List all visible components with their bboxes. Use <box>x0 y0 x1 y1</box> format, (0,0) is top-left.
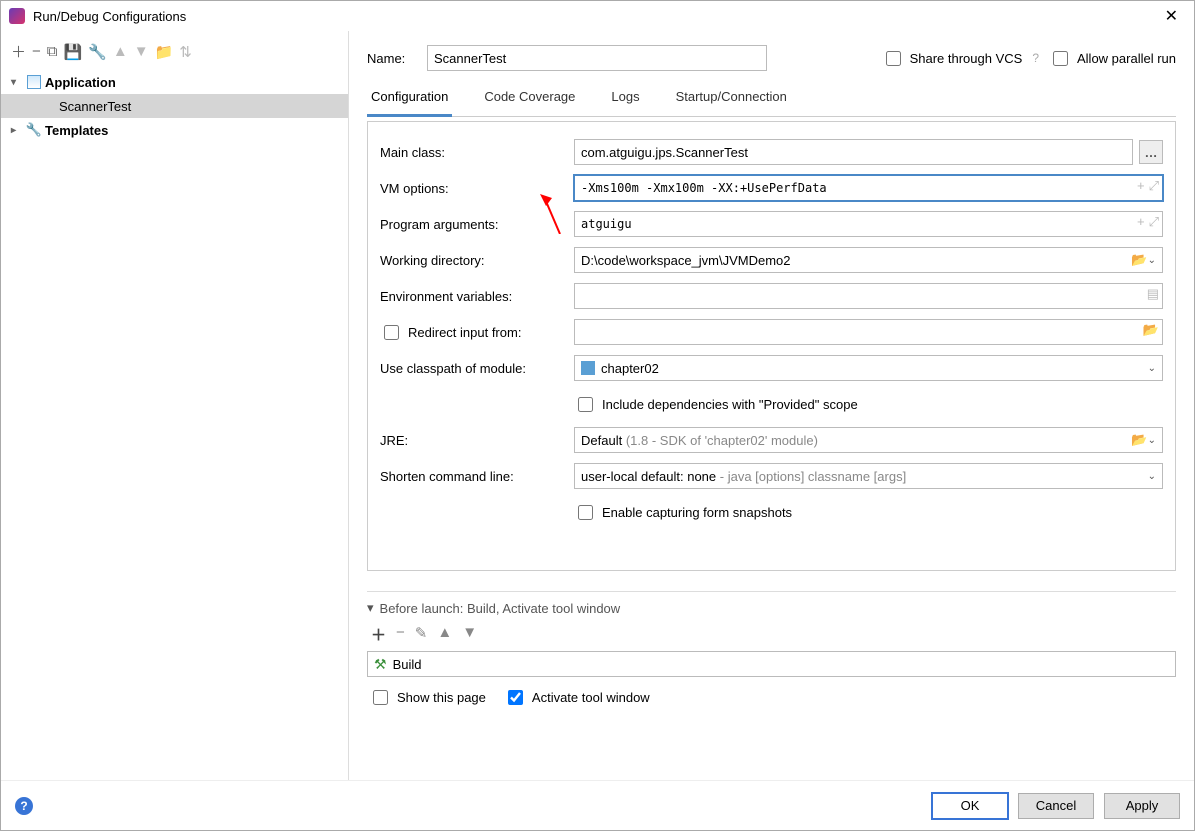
wrench-icon: 🔧 <box>27 123 41 137</box>
tree-label: ScannerTest <box>59 99 131 114</box>
tab-configuration[interactable]: Configuration <box>367 81 452 117</box>
apply-button[interactable]: Apply <box>1104 793 1180 819</box>
env-vars-input[interactable] <box>574 283 1163 309</box>
cancel-button[interactable]: Cancel <box>1018 793 1094 819</box>
program-args-label: Program arguments: <box>380 217 566 232</box>
main-class-input[interactable] <box>574 139 1133 165</box>
sidebar-toolbar: ＋ − ⧉ 💾 🔧 ▲ ▼ 📁 ⇅ <box>1 37 348 70</box>
tree-label: Application <box>45 75 116 90</box>
jre-label: JRE: <box>380 433 566 448</box>
add-icon[interactable]: + <box>1137 178 1145 194</box>
down-icon[interactable]: ▼ <box>134 43 149 60</box>
redirect-input <box>574 319 1163 345</box>
working-dir-label: Working directory: <box>380 253 566 268</box>
tree-node-application[interactable]: ▾ Application <box>1 70 348 94</box>
name-input[interactable] <box>427 45 767 71</box>
dialog-footer: ? OK Cancel Apply <box>1 780 1194 830</box>
remove-task-icon[interactable]: − <box>396 624 405 645</box>
redirect-checkbox[interactable]: Redirect input from: <box>380 322 521 343</box>
chevron-down-icon: ⌄ <box>1148 255 1156 266</box>
share-vcs-checkbox[interactable]: Share through VCS <box>882 48 1023 69</box>
wrench-icon[interactable]: 🔧 <box>88 43 107 61</box>
add-icon[interactable]: + <box>1137 214 1145 230</box>
application-icon <box>27 75 41 89</box>
tree-node-scannertest[interactable]: ScannerTest <box>1 94 348 118</box>
main-class-label: Main class: <box>380 145 566 160</box>
close-icon[interactable]: ✕ <box>1157 2 1186 30</box>
chevron-down-icon: ⌄ <box>1148 435 1156 446</box>
shorten-label: Shorten command line: <box>380 469 566 484</box>
copy-icon[interactable]: ⧉ <box>47 43 58 60</box>
ok-button[interactable]: OK <box>932 793 1008 819</box>
chevron-right-icon: ▸ <box>11 125 23 136</box>
add-task-icon[interactable]: ＋ <box>371 624 386 645</box>
list-icon[interactable]: ▤ <box>1147 286 1159 302</box>
help-button[interactable]: ? <box>15 797 33 815</box>
vm-options-input[interactable] <box>574 175 1163 201</box>
help-icon[interactable]: ? <box>1032 51 1039 65</box>
chevron-down-icon: ▾ <box>367 600 374 616</box>
sort-icon[interactable]: ⇅ <box>179 43 192 61</box>
chevron-down-icon: ▾ <box>11 77 23 88</box>
up-icon[interactable]: ▲ <box>113 43 128 60</box>
expand-icon[interactable]: ⤢ <box>1149 214 1159 230</box>
classpath-label: Use classpath of module: <box>380 361 566 376</box>
folder-icon: 📂 <box>1131 432 1147 448</box>
before-launch-header[interactable]: ▾ Before launch: Build, Activate tool wi… <box>367 598 1176 622</box>
chevron-down-icon: ⌄ <box>1148 471 1156 482</box>
folder-icon: 📂 <box>1143 322 1159 338</box>
allow-parallel-checkbox[interactable]: Allow parallel run <box>1049 48 1176 69</box>
shorten-select[interactable]: user-local default: none - java [options… <box>574 463 1163 489</box>
tree-label: Templates <box>45 123 108 138</box>
before-launch-section: ▾ Before launch: Build, Activate tool wi… <box>367 591 1176 714</box>
classpath-select[interactable]: chapter02 ⌄ <box>574 355 1163 381</box>
program-args-input[interactable] <box>574 211 1163 237</box>
add-icon[interactable]: ＋ <box>11 41 26 62</box>
tab-startup-connection[interactable]: Startup/Connection <box>672 81 791 116</box>
vm-options-label: VM options: <box>380 181 566 196</box>
configuration-form: Main class: … VM options: +⤢ <box>367 121 1176 571</box>
folder-icon: 📂 <box>1131 252 1147 268</box>
folder-icon[interactable]: 📁 <box>155 43 174 61</box>
titlebar: Run/Debug Configurations ✕ <box>1 1 1194 31</box>
tab-code-coverage[interactable]: Code Coverage <box>480 81 579 116</box>
config-tree: ▾ Application ScannerTest ▸ 🔧 Templates <box>1 70 348 774</box>
tree-node-templates[interactable]: ▸ 🔧 Templates <box>1 118 348 142</box>
save-icon[interactable]: 💾 <box>64 43 83 61</box>
tab-bar: Configuration Code Coverage Logs Startup… <box>367 81 1176 117</box>
env-vars-label: Environment variables: <box>380 289 566 304</box>
tab-logs[interactable]: Logs <box>607 81 643 116</box>
snapshots-checkbox[interactable]: Enable capturing form snapshots <box>574 502 792 523</box>
edit-task-icon[interactable]: ✎ <box>415 624 428 645</box>
app-icon <box>9 8 25 24</box>
move-up-icon[interactable]: ▲ <box>437 624 452 645</box>
browse-class-button[interactable]: … <box>1139 140 1163 164</box>
window-title: Run/Debug Configurations <box>33 9 1157 24</box>
show-page-checkbox[interactable]: Show this page <box>369 687 486 708</box>
expand-icon[interactable]: ⤢ <box>1149 178 1159 194</box>
move-down-icon[interactable]: ▼ <box>462 624 477 645</box>
build-task-row[interactable]: ⚒ Build <box>367 651 1176 677</box>
include-provided-checkbox[interactable]: Include dependencies with "Provided" sco… <box>574 394 858 415</box>
name-label: Name: <box>367 51 417 66</box>
main-panel: Name: Share through VCS ? Allow parallel… <box>349 31 1194 780</box>
hammer-icon: ⚒ <box>374 656 387 673</box>
config-sidebar: ＋ − ⧉ 💾 🔧 ▲ ▼ 📁 ⇅ ▾ Application ScannerT… <box>1 31 349 780</box>
dialog-window: Run/Debug Configurations ✕ ＋ − ⧉ 💾 🔧 ▲ ▼… <box>0 0 1195 831</box>
chevron-down-icon: ⌄ <box>1148 363 1156 374</box>
module-icon <box>581 361 595 375</box>
working-dir-select[interactable]: D:\code\workspace_jvm\JVMDemo2 📂 ⌄ <box>574 247 1163 273</box>
activate-tool-checkbox[interactable]: Activate tool window <box>504 687 650 708</box>
remove-icon[interactable]: − <box>32 43 41 60</box>
jre-select[interactable]: Default (1.8 - SDK of 'chapter02' module… <box>574 427 1163 453</box>
